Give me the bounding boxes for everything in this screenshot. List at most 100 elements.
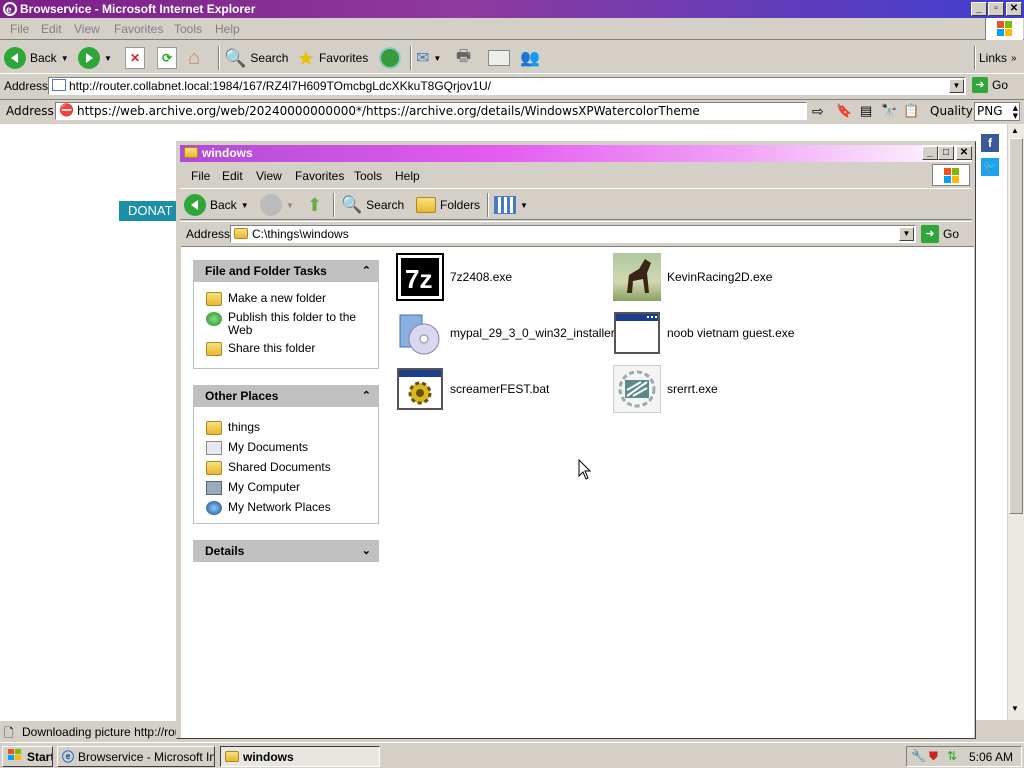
folders-button[interactable]: Folders [416,192,480,218]
explorer-menu-file[interactable]: File [191,169,210,183]
place-my-computer[interactable]: My Computer [206,480,376,495]
bookmark-icon[interactable]: 🔖 [836,103,852,119]
place-things[interactable]: things [206,420,376,435]
page-icon [52,79,66,91]
menu-tools[interactable]: Tools [174,22,202,36]
explorer-content[interactable]: File and Folder Tasks ⌃ Make a new folde… [181,246,974,738]
refresh-button[interactable]: ⟳ [157,45,177,71]
favorites-button[interactable]: ★ Favorites [297,45,368,71]
menu-help[interactable]: Help [215,22,240,36]
inner-address-input[interactable]: ⛔ https://web.archive.org/web/20240000000… [55,102,807,120]
explorer-menu-tools[interactable]: Tools [354,169,382,183]
menu-view[interactable]: View [74,22,100,36]
views-button[interactable]: ▼ [494,192,528,218]
file-item[interactable]: noob vietnam guest.exe [613,309,794,357]
details-header[interactable]: Details ⌄ [193,540,379,562]
go-button[interactable]: ➜ Go [972,77,1008,93]
back-button[interactable]: Back ▼ [4,45,69,71]
toolbar-separator [333,193,335,217]
address-label: Address [4,79,49,93]
scroll-down-arrow-icon[interactable]: ▼ [1011,704,1019,713]
explorer-menu-edit[interactable]: Edit [222,169,243,183]
taskbar-item-label: windows [243,749,294,764]
clock[interactable]: 5:06 AM [969,750,1013,764]
donate-button[interactable]: DONAT [119,201,179,221]
task-share-folder[interactable]: Share this folder [206,341,376,356]
explorer-minimize-button[interactable]: _ [922,146,938,160]
file-item[interactable]: mypal_29_3_0_win32_installer.... [396,309,627,357]
history-button[interactable] [379,45,401,71]
explorer-menu-help[interactable]: Help [395,169,420,183]
place-my-documents[interactable]: My Documents [206,440,376,455]
quality-value: PNG [977,104,1003,118]
bookmarks-list-icon[interactable]: ▤ [860,103,872,119]
messenger-button[interactable]: 👥 [520,45,540,71]
file-item[interactable]: 7z 7z2408.exe [396,253,512,301]
messenger-icon: 👥 [520,50,540,67]
scrollbar-thumb[interactable] [1009,138,1023,514]
explorer-forward-button[interactable]: ▼ [260,192,294,218]
place-shared-documents[interactable]: Shared Documents [206,460,376,475]
expand-chevron-icon[interactable]: ⌄ [362,540,371,562]
menu-edit[interactable]: Edit [41,22,62,36]
forward-button[interactable]: ▼ [78,45,112,71]
task-make-new-folder[interactable]: Make a new folder [206,291,376,306]
tray-security-icon[interactable]: ⛊ [929,749,938,764]
chevron-down-icon: ▼ [240,200,249,210]
task-publish-web[interactable]: Publish this folder to the Web [206,311,376,337]
restore-button[interactable]: ▫ [988,2,1004,16]
quality-select[interactable]: PNG ▲ ▼ [974,102,1020,121]
address-dropdown-button[interactable]: ▼ [949,79,964,93]
ie-title-bar[interactable]: e Browservice - Microsoft Internet Explo… [0,0,1024,18]
explorer-go-button[interactable]: ➜ Go [921,225,959,243]
explorer-close-button[interactable]: ✕ [956,146,972,160]
minimize-button[interactable]: _ [971,2,987,16]
menu-file[interactable]: File [10,22,29,36]
tray-network-icon[interactable]: ⇅ [947,749,957,763]
up-folder-button[interactable]: ⬆ [307,192,322,218]
search-button[interactable]: 🔍 Search [224,45,288,71]
page-vertical-scrollbar[interactable]: ▲ ▼ [1007,124,1024,720]
inner-address-label: Address [6,104,54,118]
tray-utility-icon[interactable]: 🔧 [911,749,926,763]
place-my-network-places[interactable]: My Network Places [206,500,376,515]
explorer-back-button[interactable]: Back ▼ [184,192,249,218]
file-item[interactable]: srerrt.exe [613,365,718,413]
close-button[interactable]: ✕ [1006,2,1022,16]
explorer-window[interactable]: windows _ □ ✕ File Edit View Favorites T… [176,141,976,739]
stop-button[interactable]: ✕ [125,45,145,71]
collapse-chevron-icon[interactable]: ⌃ [362,385,371,407]
file-item[interactable]: screamerFEST.bat [396,365,549,413]
clipboard-icon[interactable]: 📋 [903,103,919,119]
file-item[interactable]: KevinRacing2D.exe [613,253,772,301]
scroll-up-arrow-icon[interactable]: ▲ [1011,126,1019,135]
navigate-arrow-icon[interactable]: ⇨ [812,103,824,120]
explorer-title-bar[interactable]: windows _ □ ✕ [180,145,972,162]
7zip-icon: 7z [396,253,444,301]
home-button[interactable]: ⌂ [188,45,200,71]
menu-favorites[interactable]: Favorites [114,22,163,36]
explorer-maximize-button[interactable]: □ [938,146,954,160]
facebook-icon[interactable]: f [981,134,999,152]
address-input[interactable]: http://router.collabnet.local:1984/167/R… [48,77,966,95]
explorer-search-button[interactable]: 🔍 Search [341,192,404,218]
file-folder-tasks-header[interactable]: File and Folder Tasks ⌃ [193,260,379,282]
taskbar-item-browservice[interactable]: ⓔ Browservice - Microsoft In... [57,746,215,767]
other-places-header[interactable]: Other Places ⌃ [193,385,379,407]
shared-documents-icon [206,461,222,475]
print-button[interactable]: 🖶 [456,45,471,71]
edit-button[interactable] [488,45,510,71]
go-arrow-icon: ➜ [972,77,988,93]
explorer-address-input[interactable]: C:\things\windows ▼ [230,225,916,243]
twitter-icon[interactable]: 🐦 [981,158,999,176]
explorer-menu-view[interactable]: View [256,169,282,183]
mail-button[interactable]: ✉ ▼ [416,45,441,71]
find-icon[interactable]: 🔭 [881,103,897,119]
explorer-address-dropdown-button[interactable]: ▼ [899,227,914,241]
taskbar-item-windows[interactable]: windows [220,746,380,767]
links-button[interactable]: Links» [979,45,1017,71]
explorer-window-title: windows [202,146,253,160]
explorer-menu-favorites[interactable]: Favorites [295,169,344,183]
start-button[interactable]: Start [2,746,53,767]
collapse-chevron-icon[interactable]: ⌃ [362,260,371,282]
